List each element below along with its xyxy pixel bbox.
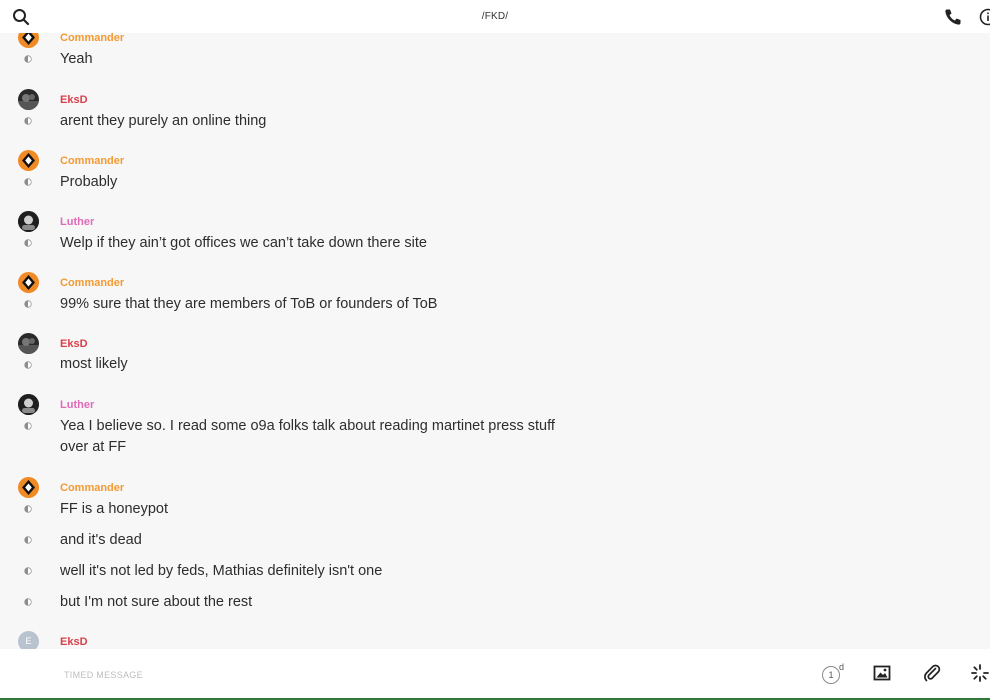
avatar[interactable] <box>18 394 39 415</box>
avatar[interactable] <box>18 333 39 354</box>
author-name[interactable]: Luther <box>60 216 94 228</box>
image-icon[interactable] <box>871 662 893 684</box>
message-input[interactable] <box>62 665 666 685</box>
author-name[interactable]: EksD <box>60 636 88 648</box>
message-list[interactable]: Commander Yeah EksD arent they purely an… <box>0 33 990 649</box>
header-bar: /FKD/ <box>0 0 990 33</box>
avatar[interactable] <box>18 477 39 498</box>
phone-icon[interactable] <box>943 7 963 27</box>
message-text: and it's dead <box>60 532 142 548</box>
read-status-icon <box>24 567 32 575</box>
timer-button[interactable]: 1 d <box>822 662 844 684</box>
chat-title: /FKD/ <box>481 11 509 22</box>
message-text: Probably <box>60 174 118 190</box>
author-name[interactable]: Commander <box>60 482 124 494</box>
avatar[interactable] <box>18 33 39 48</box>
read-status-icon <box>24 361 32 369</box>
loading-spinner-icon[interactable] <box>969 662 990 684</box>
user-avatar-icon <box>18 394 39 415</box>
commander-logo-icon <box>22 33 35 45</box>
read-status-icon <box>24 178 32 186</box>
avatar[interactable]: E <box>18 631 39 649</box>
commander-logo-icon <box>22 480 35 495</box>
paperclip-icon[interactable] <box>921 662 943 684</box>
avatar[interactable] <box>18 89 39 110</box>
message-text: Yea I believe so. I read some o9a folks … <box>60 418 555 455</box>
message-text: Yeah <box>60 51 93 67</box>
info-icon[interactable] <box>978 7 990 27</box>
message-text: most likely <box>60 356 128 372</box>
avatar[interactable] <box>18 272 39 293</box>
read-status-icon <box>24 239 32 247</box>
commander-logo-icon <box>22 275 35 290</box>
message-text: 99% sure that they are members of ToB or… <box>60 296 438 312</box>
message-composer: 1 d <box>0 649 990 700</box>
author-name[interactable]: EksD <box>60 338 88 350</box>
message-text: but I'm not sure about the rest <box>60 594 253 610</box>
user-avatar-icon <box>18 338 39 354</box>
timer-unit: d <box>839 662 845 672</box>
read-status-icon <box>24 598 32 606</box>
commander-logo-icon <box>22 153 35 168</box>
message-text: FF is a honeypot <box>60 501 168 517</box>
user-avatar-icon <box>18 211 39 232</box>
read-status-icon <box>24 300 32 308</box>
read-status-icon <box>24 422 32 430</box>
read-status-icon <box>24 55 32 63</box>
user-avatar-icon <box>18 94 39 110</box>
author-name[interactable]: EksD <box>60 94 88 106</box>
author-name[interactable]: Luther <box>60 399 94 411</box>
author-name[interactable]: Commander <box>60 155 124 167</box>
read-status-icon <box>24 117 32 125</box>
read-status-icon <box>24 505 32 513</box>
author-name[interactable]: Commander <box>60 33 124 44</box>
author-name[interactable]: Commander <box>60 277 124 289</box>
message-text: Welp if they ain’t got offices we can’t … <box>60 235 427 251</box>
message-text: well it's not led by feds, Mathias defin… <box>60 563 383 579</box>
avatar[interactable] <box>18 211 39 232</box>
message-text: arent they purely an online thing <box>60 113 267 129</box>
timer-value: 1 <box>822 666 840 684</box>
read-status-icon <box>24 536 32 544</box>
avatar[interactable] <box>18 150 39 171</box>
